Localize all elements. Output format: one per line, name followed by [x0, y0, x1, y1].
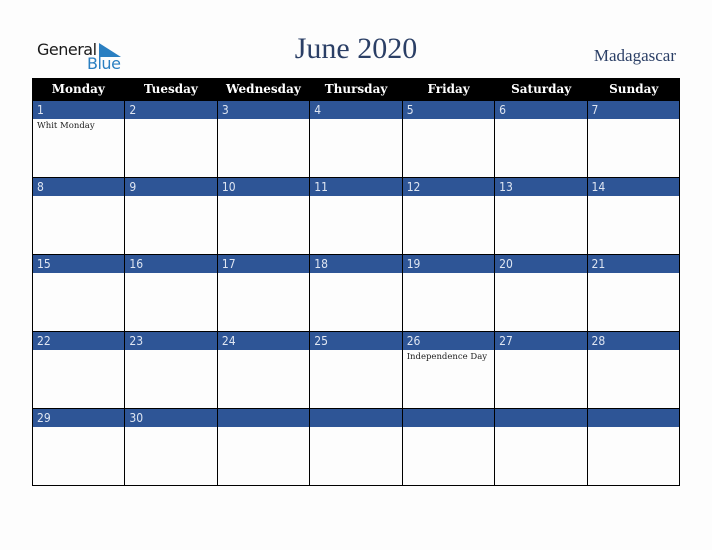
week-row: 29 30	[32, 409, 680, 486]
day-cell: 10	[217, 178, 311, 255]
day-number: 12	[402, 178, 495, 196]
day-cell	[402, 409, 496, 486]
day-number: 24	[217, 332, 310, 350]
day-number: 15	[33, 255, 125, 273]
day-cell: 16	[125, 255, 218, 332]
day-number	[217, 409, 310, 427]
day-number: 18	[310, 255, 402, 273]
day-cell: 19	[402, 255, 496, 332]
day-number: 20	[495, 255, 587, 273]
day-cell: 24	[217, 332, 311, 409]
week-row: 22 23 24 25 26 Independence Day 27 28	[32, 332, 680, 409]
day-cell: 18	[310, 255, 403, 332]
day-cell: 9	[125, 178, 218, 255]
day-number: 5	[402, 101, 495, 119]
day-number: 8	[33, 178, 125, 196]
day-number	[587, 409, 679, 427]
day-cell: 7	[587, 101, 680, 178]
day-cell: 8	[33, 178, 126, 255]
week-row: 1 Whit Monday 2 3 4 5 6 7	[32, 101, 680, 178]
day-cell	[587, 409, 680, 486]
weekday-saturday: Saturday	[511, 82, 572, 96]
day-cell: 3	[217, 101, 311, 178]
day-number: 14	[587, 178, 679, 196]
day-number: 10	[217, 178, 310, 196]
day-number: 27	[495, 332, 587, 350]
day-number: 19	[402, 255, 495, 273]
day-cell: 21	[587, 255, 680, 332]
day-number: 21	[587, 255, 679, 273]
day-cell: 15	[33, 255, 126, 332]
day-number: 16	[125, 255, 217, 273]
day-cell: 4	[310, 101, 403, 178]
day-number: 11	[310, 178, 402, 196]
holiday-label: Independence Day	[406, 352, 488, 362]
day-number	[310, 409, 402, 427]
day-number: 30	[125, 409, 217, 427]
day-cell: 29	[33, 409, 126, 486]
country-label: Madagascar	[593, 46, 676, 65]
day-cell	[310, 409, 403, 486]
day-cell: 25	[310, 332, 403, 409]
day-number: 25	[310, 332, 402, 350]
day-cell: 5	[402, 101, 496, 178]
day-cell: 17	[217, 255, 311, 332]
day-cell: 6	[495, 101, 588, 178]
day-number: 28	[587, 332, 679, 350]
weekday-tuesday: Tuesday	[143, 82, 198, 96]
day-number: 2	[125, 101, 217, 119]
day-cell: 12	[402, 178, 496, 255]
day-number: 3	[217, 101, 310, 119]
calendar-grid: Monday Tuesday Wednesday Thursday Friday…	[32, 78, 680, 486]
weekday-monday: Monday	[51, 82, 105, 96]
day-cell: 11	[310, 178, 403, 255]
weekday-friday: Friday	[427, 82, 470, 96]
day-number: 13	[495, 178, 587, 196]
weekday-sunday: Sunday	[609, 82, 659, 96]
day-cell: 30	[125, 409, 218, 486]
day-cell: 2	[125, 101, 218, 178]
day-number: 22	[33, 332, 125, 350]
day-cell: 1 Whit Monday	[33, 101, 126, 178]
day-cell: 22	[33, 332, 126, 409]
week-row: 15 16 17 18 19 20 21	[32, 255, 680, 332]
week-row: 8 9 10 11 12 13 14	[32, 178, 680, 255]
day-cell: 28	[587, 332, 680, 409]
weekday-wednesday: Wednesday	[226, 82, 301, 96]
day-cell	[217, 409, 311, 486]
weekday-header: Monday Tuesday Wednesday Thursday Friday…	[32, 78, 680, 101]
day-number: 7	[587, 101, 679, 119]
day-cell: 27	[495, 332, 588, 409]
day-cell	[495, 409, 588, 486]
day-number: 29	[33, 409, 125, 427]
day-cell: 26 Independence Day	[402, 332, 496, 409]
day-number: 17	[217, 255, 310, 273]
day-number	[495, 409, 587, 427]
day-number: 6	[495, 101, 587, 119]
day-cell: 13	[495, 178, 588, 255]
day-number	[402, 409, 495, 427]
day-number: 1	[33, 101, 125, 119]
weekday-thursday: Thursday	[324, 82, 388, 96]
day-number: 26	[402, 332, 495, 350]
day-number: 9	[125, 178, 217, 196]
holiday-label: Whit Monday	[37, 121, 95, 131]
day-cell: 20	[495, 255, 588, 332]
day-number: 4	[310, 101, 402, 119]
day-cell: 23	[125, 332, 218, 409]
day-number: 23	[125, 332, 217, 350]
day-cell: 14	[587, 178, 680, 255]
